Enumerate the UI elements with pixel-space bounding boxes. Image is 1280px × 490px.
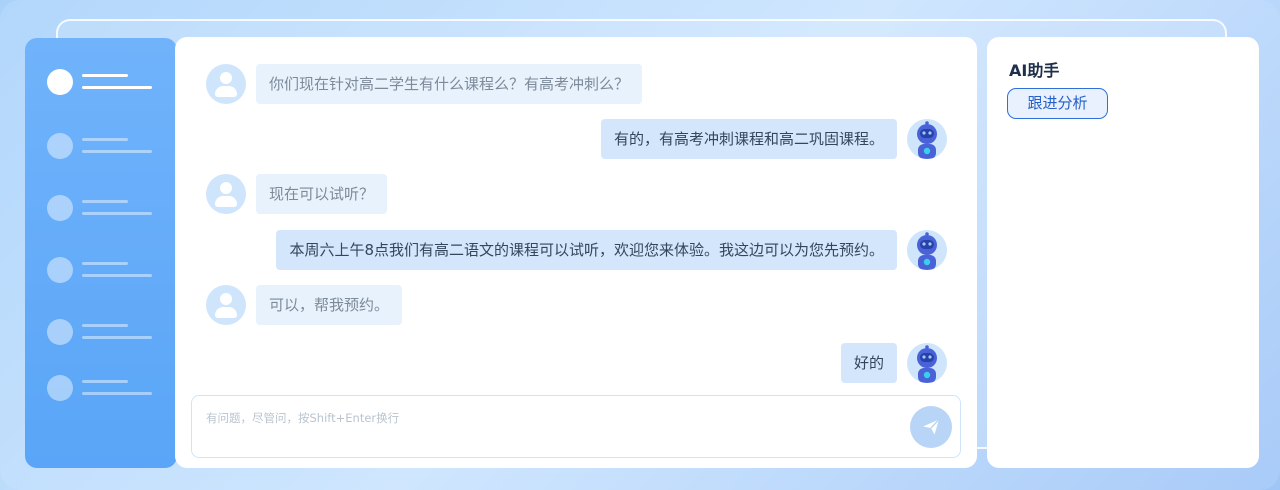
bot-message-bubble: 有的，有高考冲刺课程和高二巩固课程。 [600,119,897,159]
sidebar-item-1[interactable] [47,69,157,95]
robot-avatar-icon [907,343,947,383]
nav-line [82,150,152,153]
robot-avatar-icon [907,230,947,270]
nav-dot-icon [47,195,73,221]
ai-assistant-panel: AI助手 跟进分析 [987,37,1259,468]
nav-line [82,200,128,203]
robot-avatar-icon [907,119,947,159]
user-avatar-icon [206,64,246,104]
nav-line [82,86,152,89]
user-message-bubble: 你们现在针对高二学生有什么课程么？有高考冲刺么？ [256,64,643,104]
sidebar-item-4[interactable] [47,257,157,283]
user-avatar-icon [206,174,246,214]
nav-line [82,324,128,327]
follow-up-analysis-button[interactable]: 跟进分析 [1007,88,1108,119]
bot-message-bubble: 本周六上午8点我们有高二语文的课程可以试听，欢迎您来体验。我这边可以为您先预约。 [276,230,897,270]
sidebar-item-3[interactable] [47,195,157,221]
message-input[interactable]: 有问题，尽管问，按Shift+Enter换行 [191,395,961,458]
nav-dot-icon [47,69,73,95]
nav-line [82,274,152,277]
nav-line [82,138,128,141]
sidebar-item-5[interactable] [47,319,157,345]
sidebar [25,38,177,468]
nav-dot-icon [47,319,73,345]
message-input-placeholder: 有问题，尽管问，按Shift+Enter换行 [206,411,400,425]
nav-dot-icon [47,257,73,283]
nav-line [82,336,152,339]
bot-message-bubble: 好的 [840,343,897,383]
user-avatar-icon [206,285,246,325]
user-message-bubble: 可以，帮我预约。 [256,285,403,325]
sidebar-item-6[interactable] [47,375,157,401]
nav-line [82,262,128,265]
user-message-bubble: 现在可以试听？ [256,174,388,214]
nav-line [82,74,128,77]
send-button[interactable] [910,406,952,448]
nav-dot-icon [47,133,73,159]
nav-line [82,380,128,383]
sidebar-item-2[interactable] [47,133,157,159]
chat-panel: 你们现在针对高二学生有什么课程么？有高考冲刺么？ 有的，有高考冲刺课程和高二巩固… [175,37,977,468]
nav-line [82,392,152,395]
nav-dot-icon [47,375,73,401]
panel-title: AI助手 [1009,61,1060,80]
send-icon [923,419,940,435]
nav-line [82,212,152,215]
